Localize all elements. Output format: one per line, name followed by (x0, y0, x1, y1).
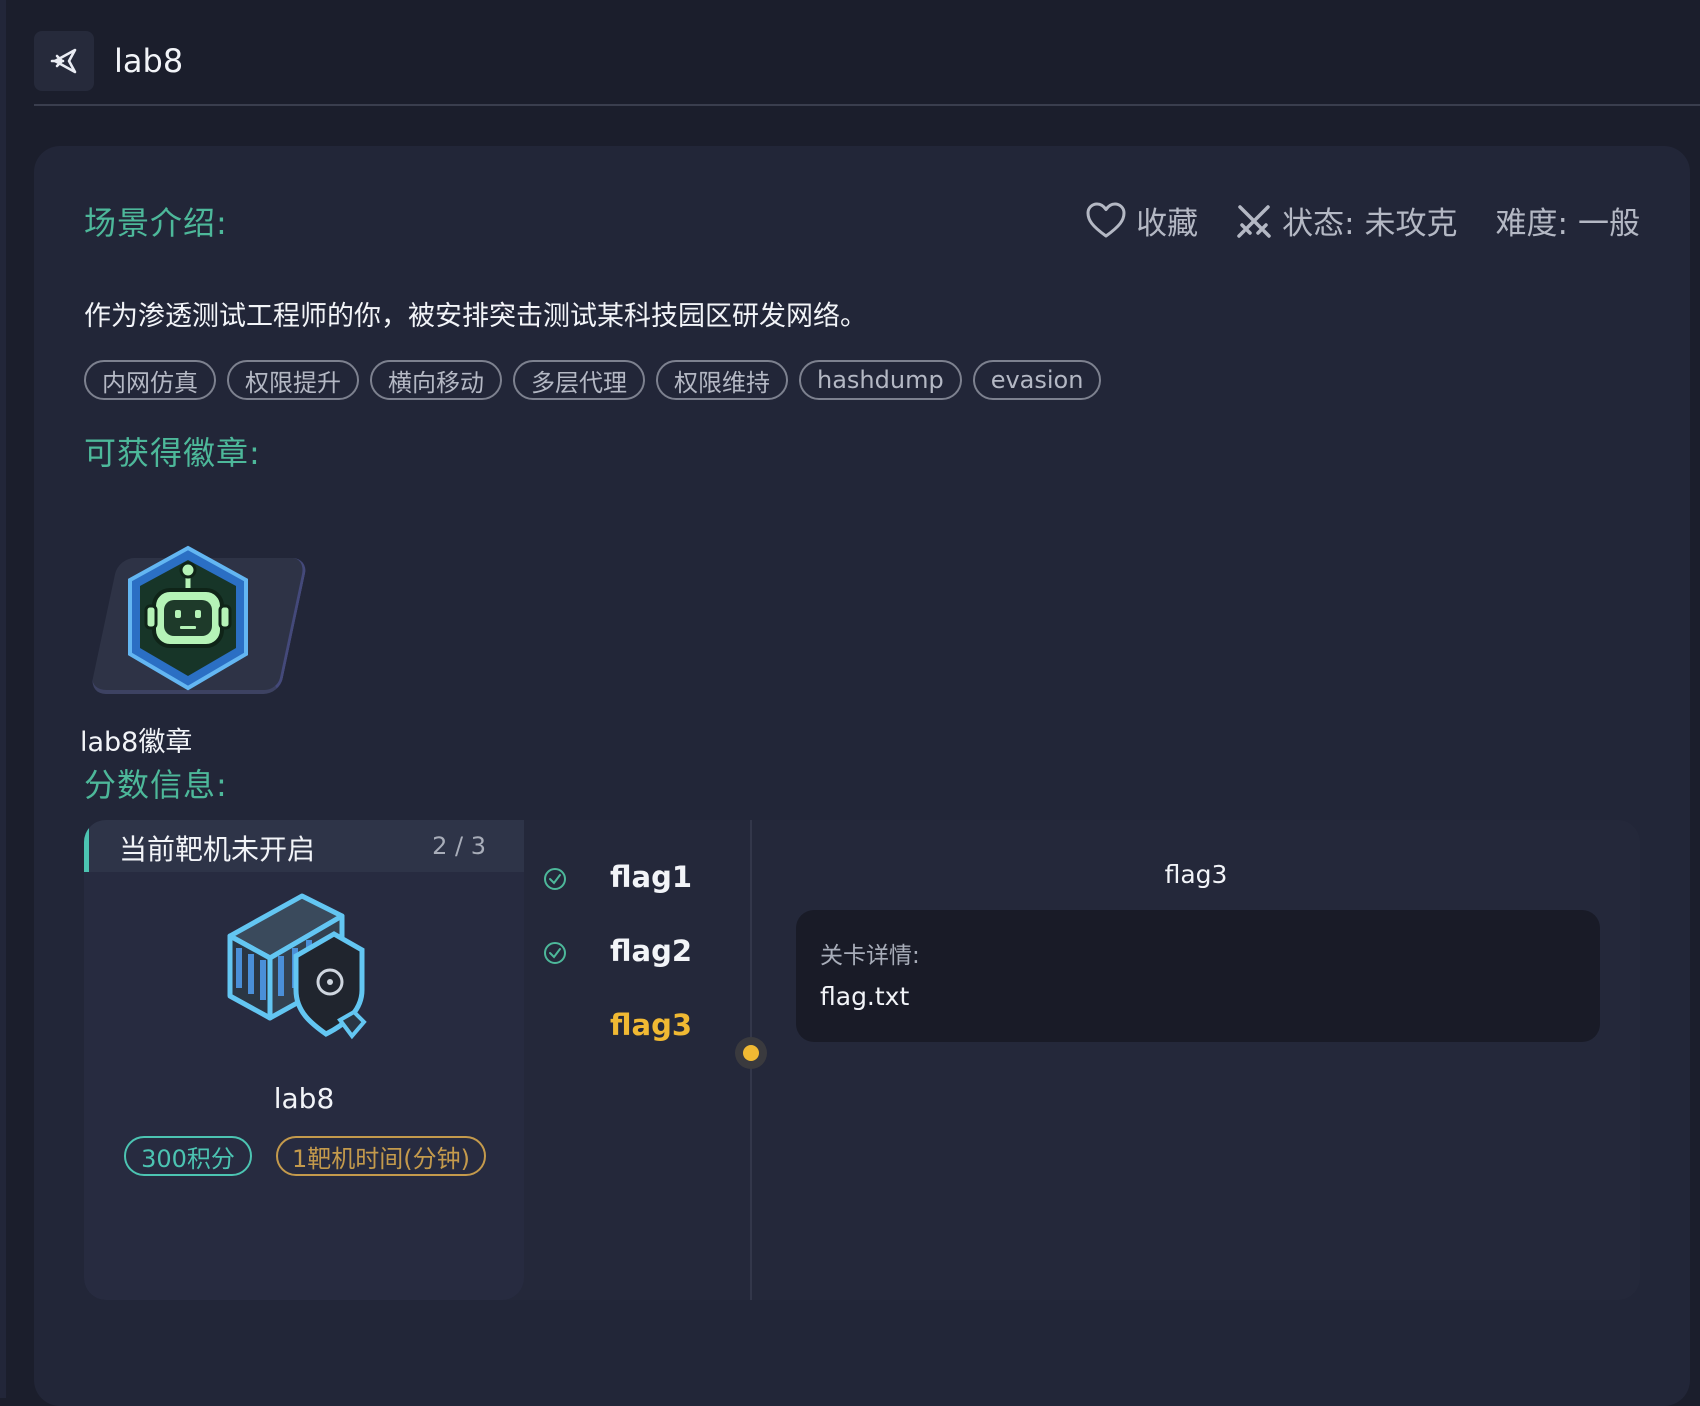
heart-icon (1086, 202, 1126, 237)
page-header: lab8 (34, 20, 1700, 102)
tag: 横向移动 (370, 360, 502, 400)
crossed-swords-icon (1237, 204, 1271, 238)
status-label: 状态: (1282, 206, 1355, 242)
status-value: 未攻克 (1364, 206, 1458, 242)
check-circle-icon (544, 942, 566, 964)
flag-detail-title: flag3 (1164, 860, 1228, 889)
badges-section-title: 可获得徽章: (84, 434, 261, 472)
tag: 权限提升 (227, 360, 359, 400)
server-shield-icon (227, 893, 367, 1040)
tag-list: 内网仿真 权限提升 横向移动 多层代理 权限维持 hashdump evasio… (84, 360, 1102, 400)
score-panel: 当前靶机未开启 2 / 3 lab8 300积分 1靶机时间(分钟) flag1… (84, 820, 1640, 1300)
left-rail (0, 0, 6, 1398)
scene-section-title: 场景介绍: (84, 204, 228, 242)
favorite-label: 收藏 (1136, 206, 1199, 242)
check-circle-icon (544, 868, 566, 890)
robot-badge-icon (128, 545, 248, 691)
tag: hashdump (799, 360, 962, 400)
status-indicator: 状态: 未攻克 (1236, 198, 1458, 243)
flag-item-1[interactable]: flag1 (524, 854, 748, 904)
header-divider (34, 104, 1700, 106)
flag-detail-box: 关卡详情: flag.txt (796, 910, 1600, 1042)
flag-label: flag1 (610, 860, 693, 894)
machine-header: 当前靶机未开启 2 / 3 (84, 820, 524, 872)
tag: 多层代理 (513, 360, 645, 400)
header-actions: 收藏 状态: 未攻克 难度: 一般 (1086, 198, 1640, 243)
difficulty-label: 难度: (1495, 206, 1568, 242)
active-flag-dot (735, 1037, 767, 1069)
score-section-title: 分数信息: (84, 766, 228, 804)
favorite-button[interactable]: 收藏 (1086, 198, 1198, 243)
difficulty-value: 一般 (1578, 206, 1640, 242)
machine-time-badge: 1靶机时间(分钟) (276, 1136, 486, 1176)
difficulty-indicator: 难度: 一般 (1496, 198, 1640, 243)
machine-name: lab8 (273, 1082, 335, 1115)
tag: 内网仿真 (84, 360, 216, 400)
flag-item-3[interactable]: flag3 (524, 1002, 748, 1052)
machine-status: 当前靶机未开启 (119, 833, 316, 866)
flag-detail-label: 关卡详情: (820, 943, 920, 969)
tag: evasion (972, 360, 1102, 400)
points-badge: 300积分 (124, 1136, 252, 1176)
machine-card: 当前靶机未开启 2 / 3 lab8 300积分 1靶机时间(分钟) (84, 820, 524, 1300)
badge-label: lab8徽章 (80, 727, 193, 758)
flag-progress: 2 / 3 (432, 832, 486, 860)
lab-detail-card: 场景介绍: 收藏 状态: 未攻克 难度: 一般 作为渗透测试工程师的你，被安排突… (34, 146, 1690, 1406)
page-title: lab8 (114, 42, 184, 80)
badge-item[interactable] (84, 544, 309, 744)
flag-list: flag1 flag2 flag3 (524, 820, 748, 1300)
flag-label: flag3 (610, 1008, 693, 1042)
flag-label: flag2 (610, 934, 693, 968)
tag: 权限维持 (656, 360, 788, 400)
flag-detail-value: flag.txt (820, 982, 910, 1011)
back-arrow-icon (50, 48, 77, 74)
flag-item-2[interactable]: flag2 (524, 928, 748, 978)
scene-description: 作为渗透测试工程师的你，被安排突击测试某科技园区研发网络。 (84, 301, 867, 332)
back-button[interactable] (34, 31, 94, 91)
